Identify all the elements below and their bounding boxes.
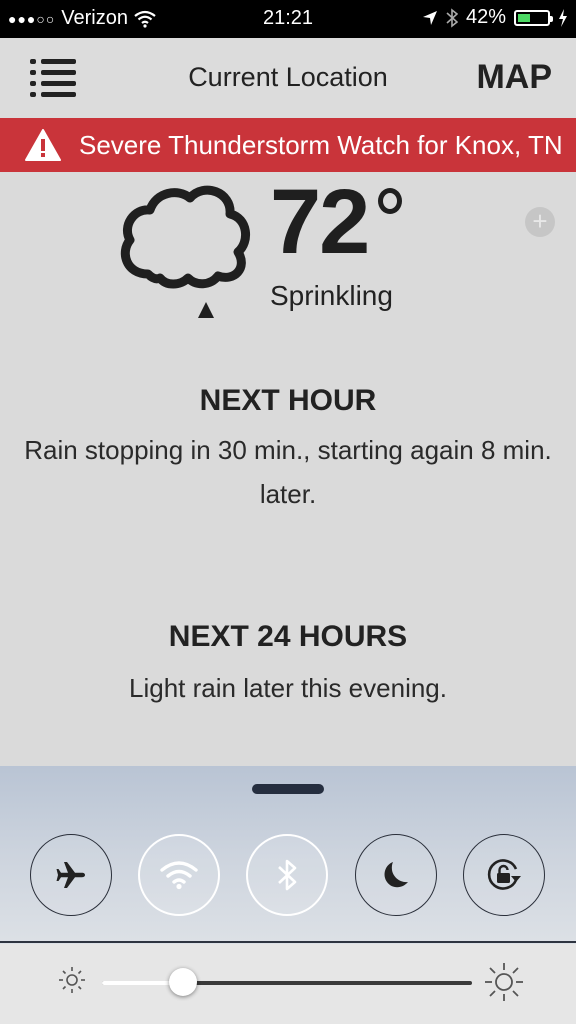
rotation-lock-icon <box>487 859 521 890</box>
next-24-hours-title: NEXT 24 HOURS <box>168 620 408 653</box>
airplane-icon <box>56 862 85 888</box>
forecast-panel: 72 Sprinkling + NEXT HOUR Rain stopping … <box>0 172 576 766</box>
battery-icon <box>514 9 553 26</box>
brightness-slider-thumb[interactable] <box>169 968 198 996</box>
battery-percent: 42% <box>465 6 506 28</box>
status-right-group: 42% <box>422 6 568 29</box>
alert-text: Severe Thunderstorm Watch for Knox, TN <box>79 129 563 160</box>
wifi-icon <box>160 861 198 890</box>
bluetooth-icon <box>278 859 297 891</box>
moon-icon <box>384 862 408 888</box>
next-hour-summary: Rain stopping in 30 min., starting again… <box>24 435 552 509</box>
rotation-lock-toggle[interactable] <box>463 834 545 916</box>
map-button[interactable]: MAP <box>476 58 552 97</box>
bluetooth-status-icon <box>446 7 458 28</box>
wifi-toggle[interactable] <box>138 834 220 916</box>
brightness-slider[interactable] <box>102 968 472 996</box>
warning-icon <box>25 129 61 161</box>
add-icon[interactable]: + <box>525 207 555 237</box>
control-center-grabber[interactable] <box>252 784 324 794</box>
degree-symbol <box>378 188 402 214</box>
cloud-rain-icon <box>121 185 250 318</box>
control-center-divider <box>0 941 576 943</box>
status-bar: ●●●○○ Verizon 21:21 42% <box>0 0 576 38</box>
charging-bolt-icon <box>559 8 567 27</box>
brightness-low-icon <box>59 967 85 993</box>
control-center <box>0 766 576 1024</box>
do-not-disturb-toggle[interactable] <box>355 834 437 916</box>
condition-text: Sprinkling <box>270 280 393 311</box>
bluetooth-toggle[interactable] <box>246 834 328 916</box>
weather-alert-banner[interactable]: Severe Thunderstorm Watch for Knox, TN <box>0 118 576 172</box>
location-arrow-icon <box>422 10 437 25</box>
airplane-mode-toggle[interactable] <box>30 834 112 916</box>
next-24-hours-summary: Light rain later this evening. <box>129 673 447 703</box>
app-header: Current Location MAP <box>0 38 576 118</box>
next-hour-title: NEXT HOUR <box>199 384 377 417</box>
temperature: 72 <box>270 171 370 273</box>
brightness-high-icon <box>485 963 523 1001</box>
brightness-control <box>0 944 576 1024</box>
